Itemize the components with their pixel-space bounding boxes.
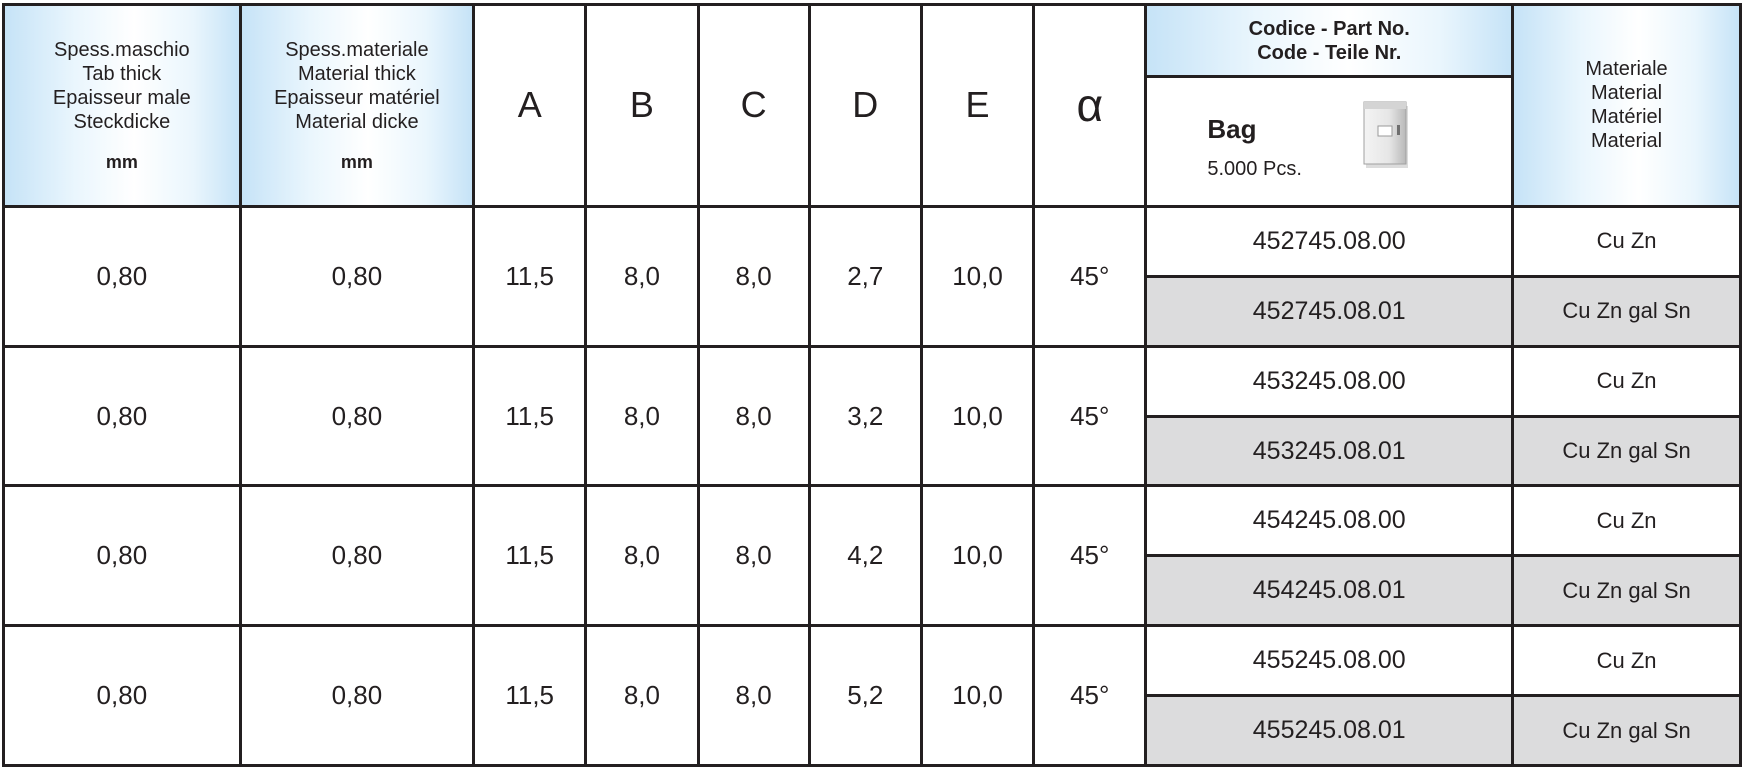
d-cell: 4,2 <box>807 484 923 628</box>
d-cell: 5,2 <box>807 624 923 767</box>
col-b-header: B <box>584 3 700 208</box>
col-e-header: E <box>919 3 1036 208</box>
tab-thick-cell: 0,80 <box>2 484 242 628</box>
code-title-line-2: Code - Teile Nr. <box>1257 41 1402 64</box>
part-code-cell: 452745.08.00 <box>1144 204 1515 278</box>
material-thick-header: Spess.materiale Material thick Epaisseur… <box>238 3 476 208</box>
material-label-de: Material <box>1590 130 1663 153</box>
material-thick-label-en: Material thick <box>297 62 416 85</box>
b-cell: 8,0 <box>584 484 700 628</box>
code-header: Codice - Part No. Code - Teile Nr. <box>1144 2 1515 79</box>
c-cell: 8,0 <box>696 344 811 488</box>
d-cell: 2,7 <box>807 204 923 348</box>
tab-thick-cell: 0,80 <box>2 204 242 348</box>
b-cell: 8,0 <box>584 204 700 348</box>
material-cell: Cu Zn gal Sn <box>1511 274 1742 348</box>
tab-thick-label-it: Spess.maschio <box>54 38 190 61</box>
spec-table: Spess.maschio Tab thick Epaisseur male S… <box>2 2 1742 767</box>
e-cell: 10,0 <box>919 484 1036 628</box>
material-cell: Cu Zn <box>1511 344 1742 418</box>
d-cell: 3,2 <box>807 344 923 488</box>
a-cell: 11,5 <box>472 624 588 767</box>
e-cell: 10,0 <box>919 204 1036 348</box>
material-cell: Cu Zn <box>1511 624 1742 698</box>
spec-table-page: Spess.maschio Tab thick Epaisseur male S… <box>0 0 1743 768</box>
bag-header-cell: Bag 5.000 Pcs. <box>1144 75 1515 208</box>
material-thick-cell: 0,80 <box>238 624 476 767</box>
a-cell: 11,5 <box>472 344 588 488</box>
part-code-cell: 454245.08.01 <box>1144 554 1515 628</box>
b-cell: 8,0 <box>584 344 700 488</box>
tab-thick-label-fr: Epaisseur male <box>52 86 191 109</box>
alpha-cell: 45° <box>1032 344 1148 488</box>
b-cell: 8,0 <box>584 624 700 767</box>
material-thick-label-de: Material dicke <box>295 110 419 133</box>
material-header: Materiale Material Matériel Material <box>1511 3 1742 208</box>
part-code-cell: 455245.08.00 <box>1144 624 1515 698</box>
material-label-fr: Matériel <box>1590 106 1663 129</box>
material-thick-cell: 0,80 <box>238 344 476 488</box>
c-cell: 8,0 <box>696 624 811 767</box>
code-title-line-1: Codice - Part No. <box>1248 17 1410 40</box>
c-cell: 8,0 <box>696 204 811 348</box>
e-cell: 10,0 <box>919 344 1036 488</box>
alpha-cell: 45° <box>1032 204 1148 348</box>
material-thick-unit: mm <box>340 151 373 172</box>
bag-label: Bag <box>1207 114 1257 145</box>
col-alpha-header: α <box>1032 3 1148 208</box>
part-code-cell: 455245.08.01 <box>1144 694 1515 767</box>
part-code-cell: 452745.08.01 <box>1144 274 1515 348</box>
tab-thick-header: Spess.maschio Tab thick Epaisseur male S… <box>2 3 242 208</box>
material-thick-label-fr: Epaisseur matériel <box>274 86 440 109</box>
part-code-cell: 453245.08.00 <box>1144 344 1515 418</box>
material-cell: Cu Zn gal Sn <box>1511 554 1742 628</box>
tab-thick-unit: mm <box>105 151 138 172</box>
part-code-cell: 454245.08.00 <box>1144 484 1515 558</box>
tab-thick-label-de: Steckdicke <box>73 110 171 133</box>
e-cell: 10,0 <box>919 624 1036 767</box>
material-cell: Cu Zn <box>1511 204 1742 278</box>
material-cell: Cu Zn <box>1511 484 1742 558</box>
table-row: 0,80 0,80 11,5 8,0 8,0 5,2 10,0 45° 4552… <box>2 624 1742 767</box>
table-row: 0,80 0,80 11,5 8,0 8,0 2,7 10,0 45° 4527… <box>2 204 1742 348</box>
table-row: 0,80 0,80 11,5 8,0 8,0 4,2 10,0 45° 4542… <box>2 484 1742 628</box>
col-c-header: C <box>696 3 811 208</box>
material-label-en: Material <box>1590 82 1663 105</box>
bag-quantity: 5.000 Pcs. <box>1207 158 1302 181</box>
c-cell: 8,0 <box>696 484 811 628</box>
table-row: 0,80 0,80 11,5 8,0 8,0 3,2 10,0 45° 4532… <box>2 344 1742 488</box>
a-cell: 11,5 <box>472 484 588 628</box>
col-a-header: A <box>472 3 588 208</box>
tab-thick-cell: 0,80 <box>2 344 242 488</box>
a-cell: 11,5 <box>472 204 588 348</box>
material-label-it: Materiale <box>1585 58 1668 81</box>
tab-thick-cell: 0,80 <box>2 624 242 767</box>
alpha-cell: 45° <box>1032 624 1148 767</box>
alpha-cell: 45° <box>1032 484 1148 628</box>
bag-icon <box>1363 101 1409 169</box>
material-thick-cell: 0,80 <box>238 484 476 628</box>
part-code-cell: 453245.08.01 <box>1144 414 1515 488</box>
material-thick-cell: 0,80 <box>238 204 476 348</box>
material-cell: Cu Zn gal Sn <box>1511 694 1742 767</box>
col-d-header: D <box>807 3 923 208</box>
material-thick-label-it: Spess.materiale <box>285 38 429 61</box>
header-row-1: Spess.maschio Tab thick Epaisseur male S… <box>2 2 1742 208</box>
material-cell: Cu Zn gal Sn <box>1511 414 1742 488</box>
tab-thick-label-en: Tab thick <box>82 62 162 85</box>
